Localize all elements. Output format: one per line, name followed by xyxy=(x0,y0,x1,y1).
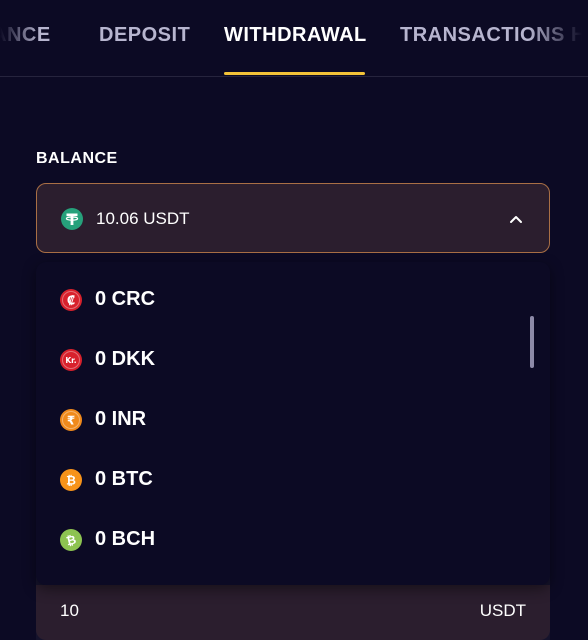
amount-currency: USDT xyxy=(479,601,526,620)
crc-icon: ₡ xyxy=(60,289,82,311)
tab-deposit[interactable]: DEPOSIT xyxy=(99,24,190,47)
dropdown-item-dkk[interactable]: Kr. 0 DKK xyxy=(36,335,526,385)
currency-dropdown: ₡ 0 CRC Kr. 0 DKK ₹ 0 INR ₿ 0 BTC ₿ 0 BC… xyxy=(36,262,550,585)
dropdown-item-label: 0 DKK xyxy=(95,348,156,370)
tab-bar: ANCE DEPOSIT WITHDRAWAL TRANSACTIONS H xyxy=(0,0,588,77)
amount-field[interactable]: 10 USDT xyxy=(36,585,550,640)
tab-withdrawal[interactable]: WITHDRAWAL xyxy=(224,24,367,47)
dropdown-scrollbar[interactable] xyxy=(530,316,534,368)
dropdown-item-btc[interactable]: ₿ 0 BTC xyxy=(36,455,526,505)
svg-text:₹: ₹ xyxy=(67,414,75,428)
dropdown-item-crc[interactable]: ₡ 0 CRC xyxy=(36,275,526,325)
dropdown-item-bch[interactable]: ₿ 0 BCH xyxy=(36,515,526,565)
bch-icon: ₿ xyxy=(60,529,82,551)
chevron-up-icon[interactable] xyxy=(509,212,523,231)
svg-text:Kr.: Kr. xyxy=(65,356,76,365)
tab-fade-left xyxy=(0,0,40,76)
active-tab-indicator xyxy=(224,72,365,75)
withdrawal-page: ANCE DEPOSIT WITHDRAWAL TRANSACTIONS H B… xyxy=(0,0,588,640)
inr-icon: ₹ xyxy=(60,409,82,431)
amount-value: 10 xyxy=(60,601,79,620)
svg-text:₿: ₿ xyxy=(66,474,76,488)
dropdown-item-label: 0 BCH xyxy=(95,528,156,550)
dropdown-item-label: 0 CRC xyxy=(95,288,156,310)
dkk-icon: Kr. xyxy=(60,349,82,371)
dropdown-item-inr[interactable]: ₹ 0 INR xyxy=(36,395,526,445)
usdt-icon xyxy=(61,208,83,230)
dropdown-item-label: 0 INR xyxy=(95,408,147,430)
svg-text:₡: ₡ xyxy=(67,294,75,308)
btc-icon: ₿ xyxy=(60,469,82,491)
currency-select[interactable]: 10.06 USDT xyxy=(36,183,550,253)
balance-label: BALANCE xyxy=(36,150,118,167)
dropdown-item-label: 0 BTC xyxy=(95,468,153,490)
selected-balance: 10.06 USDT xyxy=(96,209,190,228)
tab-fade-right xyxy=(528,0,588,76)
